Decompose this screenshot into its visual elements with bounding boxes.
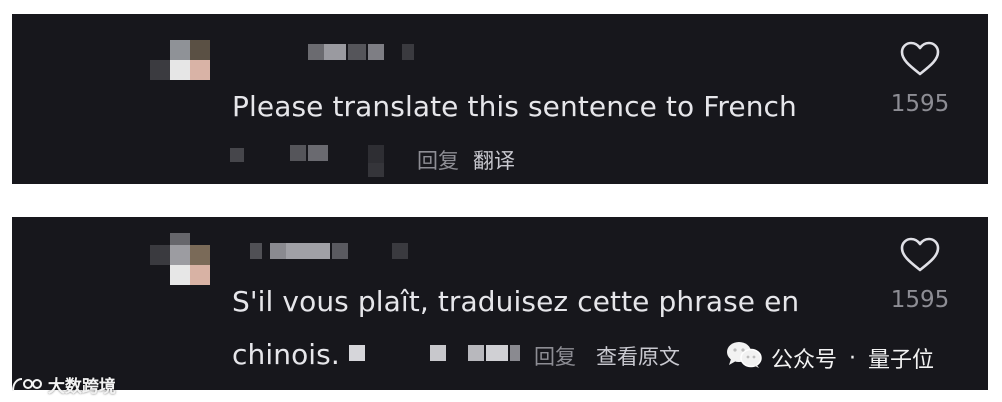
- like-count: 1595: [890, 287, 950, 313]
- translate-button[interactable]: 翻译: [473, 145, 515, 175]
- wechat-icon: [725, 340, 763, 376]
- comment-text-line-2: chinois.: [232, 338, 340, 371]
- watermark-account-name: 量子位: [868, 348, 935, 373]
- like-count: 1595: [890, 91, 950, 117]
- comment-text: Please translate this sentence to French: [232, 90, 797, 123]
- watermark-separator: ·: [849, 345, 857, 371]
- like-control[interactable]: 1595: [880, 237, 960, 313]
- show-original-button[interactable]: 查看原文: [596, 341, 680, 371]
- reply-button[interactable]: 回复: [534, 341, 576, 371]
- watermark-account-label: 公众号: [771, 348, 838, 373]
- comment-card-1: Please translate this sentence to French…: [12, 14, 988, 184]
- avatar[interactable]: [150, 40, 224, 100]
- heart-icon[interactable]: [880, 237, 960, 273]
- watermark-left: 大数跨境: [10, 372, 116, 399]
- watermark-right: 公众号 · 量子位: [725, 340, 934, 376]
- reply-button[interactable]: 回复: [417, 145, 459, 175]
- heart-icon[interactable]: [880, 41, 960, 77]
- logo-icon: [10, 376, 42, 399]
- like-control[interactable]: 1595: [880, 41, 960, 117]
- comment-text-line-1: S'il vous plaît, traduisez cette phrase …: [232, 285, 800, 318]
- avatar[interactable]: [150, 233, 224, 293]
- watermark-left-text: 大数跨境: [47, 377, 116, 397]
